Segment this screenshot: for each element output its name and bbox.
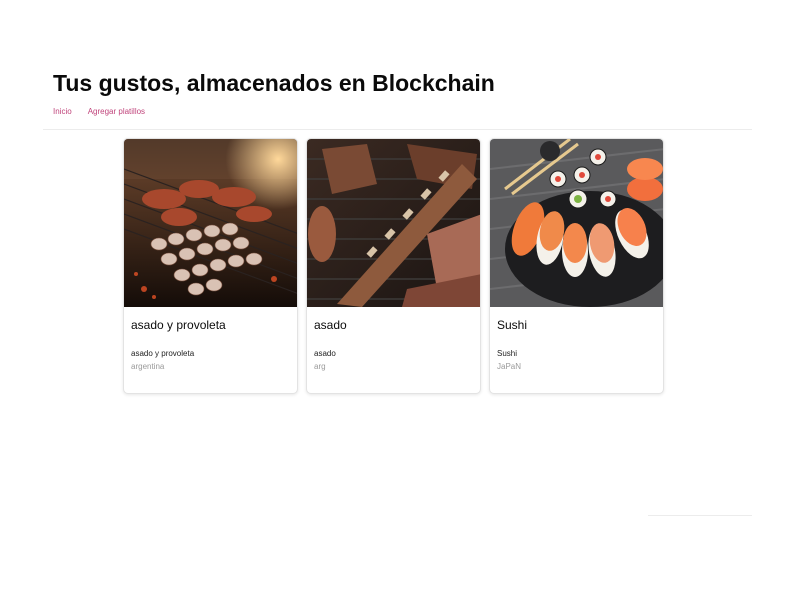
dish-card[interactable]: Sushi Sushi JaPaN: [489, 138, 664, 394]
card-origin: argentina: [131, 362, 165, 371]
nav-link-agregar-platillos[interactable]: Agregar platillos: [88, 107, 145, 116]
dish-photo-grilled-sausages: [124, 139, 297, 307]
card-body: asado y provoleta asado y provoleta arge…: [124, 307, 297, 371]
dish-card-list: asado y provoleta asado y provoleta arge…: [123, 138, 664, 394]
card-title: asado: [314, 318, 347, 332]
page-title: Tus gustos, almacenados en Blockchain: [53, 70, 495, 96]
nav-link-inicio[interactable]: Inicio: [53, 107, 72, 116]
card-title: asado y provoleta: [131, 318, 226, 332]
dish-photo-sushi-platter: [490, 139, 663, 307]
card-origin: JaPaN: [497, 362, 522, 371]
card-body: asado asado arg: [307, 307, 480, 371]
header: Tus gustos, almacenados en Blockchain In…: [53, 70, 495, 116]
dish-card[interactable]: asado asado arg: [306, 138, 481, 394]
nav-bar: Inicio Agregar platillos: [53, 107, 495, 116]
card-body: Sushi Sushi JaPaN: [490, 307, 663, 371]
card-origin: arg: [314, 362, 326, 371]
dish-card[interactable]: asado y provoleta asado y provoleta arge…: [123, 138, 298, 394]
card-title: Sushi: [497, 318, 528, 332]
page: Tus gustos, almacenados en Blockchain In…: [0, 0, 800, 600]
dish-photo-grilled-ribs: [307, 139, 480, 307]
card-description: Sushi: [497, 349, 518, 358]
footer-divider: [648, 515, 752, 516]
card-description: asado: [314, 349, 336, 358]
card-description: asado y provoleta: [131, 349, 195, 358]
header-divider: [43, 129, 752, 130]
